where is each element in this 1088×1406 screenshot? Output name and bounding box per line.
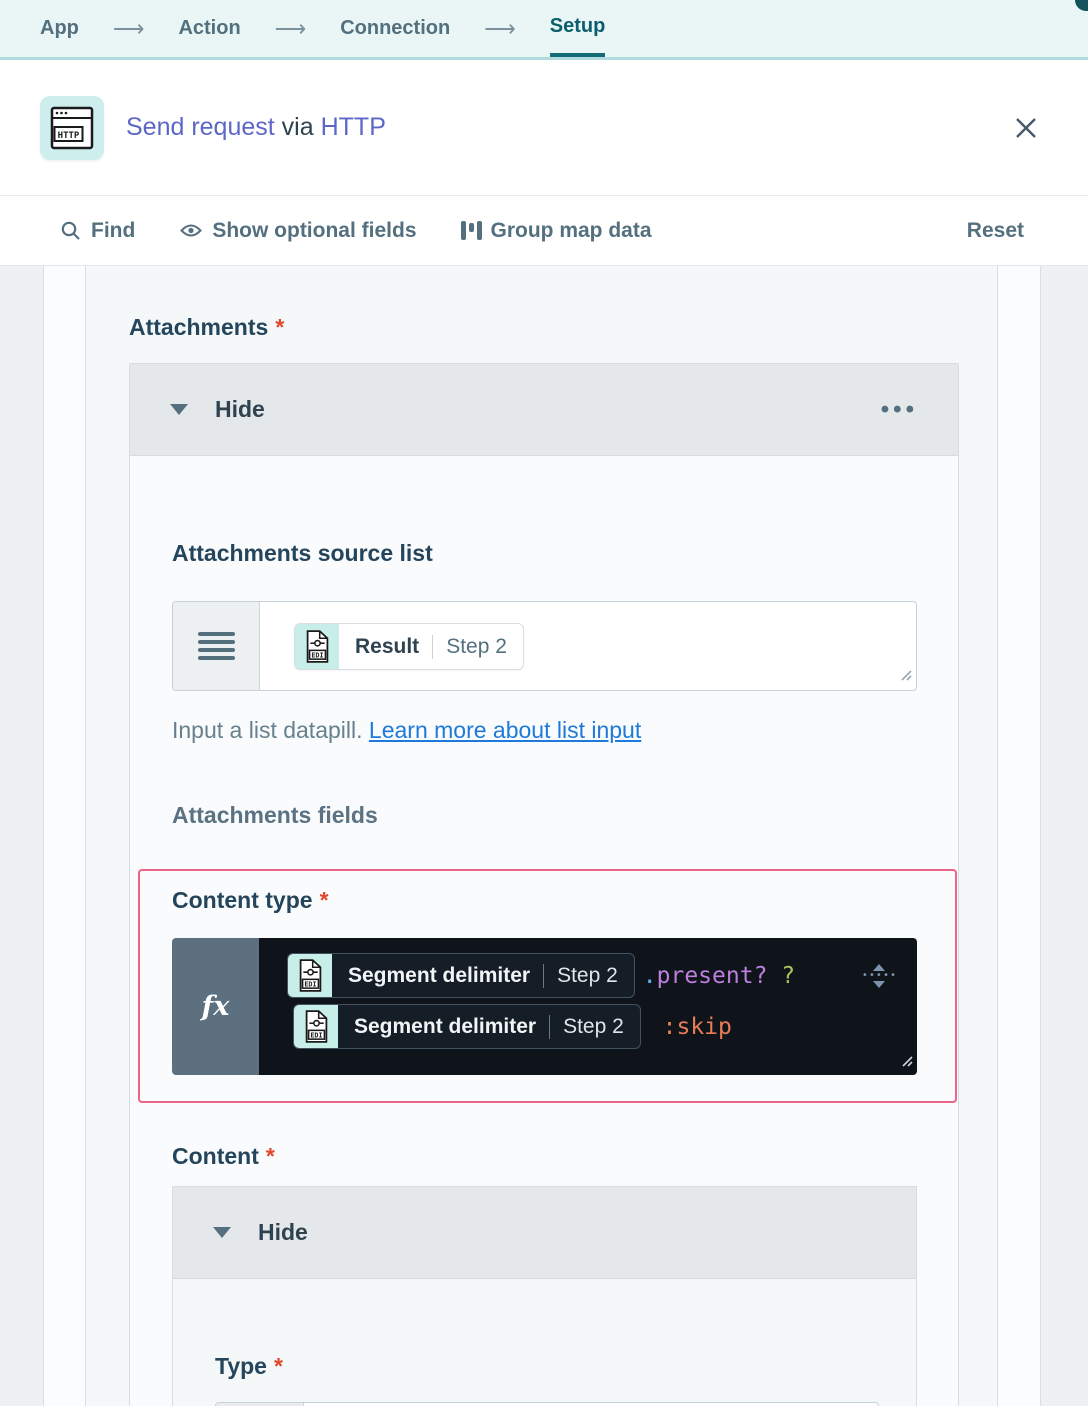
- attachments-source-list-label: Attachments source list: [172, 540, 958, 567]
- breadcrumb-setup-active[interactable]: Setup: [550, 0, 606, 57]
- group-map-data-icon: [461, 221, 482, 240]
- list-handle-icon: [173, 602, 260, 690]
- title-action-link[interactable]: Send request: [126, 113, 275, 141]
- required-asterisk: *: [275, 314, 284, 340]
- resize-handle-icon[interactable]: [897, 666, 912, 686]
- form-card: Attachments* Hide ••• Attachments source…: [43, 266, 1041, 1406]
- http-app-icon: HTTP: [40, 96, 104, 160]
- form-panel: Attachments* Hide ••• Attachments source…: [85, 266, 998, 1406]
- arrow-right-icon: ⟶: [113, 0, 145, 57]
- required-asterisk: *: [320, 887, 329, 913]
- title-app-link[interactable]: HTTP: [321, 113, 386, 141]
- type-input-row[interactable]: ABC: [215, 1402, 879, 1406]
- resize-handle-icon[interactable]: [898, 1052, 913, 1071]
- attachments-hide-toggle[interactable]: Hide •••: [130, 364, 958, 456]
- edi-document-icon: EDI: [294, 1005, 338, 1048]
- learn-more-link[interactable]: Learn more about list input: [369, 717, 641, 743]
- chevron-down-icon: [213, 1227, 231, 1238]
- find-button[interactable]: Find: [60, 219, 135, 243]
- edi-document-icon: EDI: [288, 954, 332, 997]
- svg-text:EDI: EDI: [311, 652, 323, 660]
- show-optional-fields-button[interactable]: Show optional fields: [179, 219, 416, 243]
- attachments-label: Attachments*: [129, 314, 997, 341]
- formula-fx-icon: fx: [172, 938, 259, 1075]
- svg-text:EDI: EDI: [304, 981, 316, 989]
- corner-decoration: [1075, 0, 1088, 11]
- content-hide-toggle[interactable]: Hide: [173, 1187, 916, 1279]
- type-label: Type*: [215, 1353, 916, 1380]
- arrow-right-icon: ⟶: [484, 0, 516, 57]
- expand-collapse-handle-icon[interactable]: •••••: [862, 964, 897, 988]
- source-list-help: Input a list datapill. Learn more about …: [172, 717, 958, 744]
- chevron-down-icon: [170, 404, 188, 415]
- formula-tokens: :skip: [649, 1014, 732, 1040]
- required-asterisk: *: [274, 1353, 283, 1379]
- reset-button[interactable]: Reset: [967, 219, 1024, 243]
- arrow-right-icon: ⟶: [275, 0, 307, 57]
- breadcrumb-connection[interactable]: Connection: [340, 0, 450, 57]
- content-group: Hide Type* ABC: [172, 1186, 917, 1406]
- close-icon[interactable]: [1012, 114, 1040, 142]
- content-type-formula-input[interactable]: fx: [172, 938, 917, 1075]
- datapill-segment-delimiter[interactable]: EDI Segment delimiter Step 2: [287, 953, 635, 998]
- svg-text:EDI: EDI: [310, 1032, 322, 1040]
- datapill-result[interactable]: EDI Result Step 2: [294, 623, 524, 670]
- formula-editor[interactable]: EDI Segment delimiter Step 2 .present? ?: [259, 938, 917, 1075]
- ellipsis-menu-icon[interactable]: •••: [881, 396, 918, 424]
- page-title: Send request via HTTP: [126, 113, 386, 142]
- eye-icon: [179, 222, 203, 239]
- http-browser-icon: HTTP: [50, 105, 94, 151]
- content-label: Content*: [172, 1143, 958, 1170]
- required-asterisk: *: [266, 1143, 275, 1169]
- datapill-segment-delimiter[interactable]: EDI Segment delimiter Step 2: [293, 1004, 641, 1049]
- breadcrumb-app[interactable]: App: [40, 0, 79, 57]
- attachments-source-list-input[interactable]: EDI Result Step 2: [172, 601, 917, 691]
- group-map-data-button[interactable]: Group map data: [461, 219, 652, 243]
- svg-text:HTTP: HTTP: [58, 131, 80, 141]
- setup-progress-bar: App ⟶ Action ⟶ Connection ⟶ Setup: [0, 0, 1088, 60]
- formula-tokens: .present? ?: [643, 963, 795, 989]
- field-toolbar: Find Show optional fields Group map data…: [0, 196, 1088, 266]
- breadcrumb-action[interactable]: Action: [178, 0, 240, 57]
- edi-document-icon: EDI: [295, 624, 339, 669]
- search-icon: [60, 220, 82, 242]
- form-body: Attachments* Hide ••• Attachments source…: [0, 266, 1088, 1406]
- action-header: HTTP Send request via HTTP: [0, 60, 1088, 196]
- content-type-label: Content type*: [172, 887, 955, 914]
- attachments-group: Hide ••• Attachments source list: [129, 363, 959, 1406]
- content-type-highlight: Content type* fx: [138, 869, 957, 1103]
- attachments-fields-heading: Attachments fields: [172, 802, 958, 829]
